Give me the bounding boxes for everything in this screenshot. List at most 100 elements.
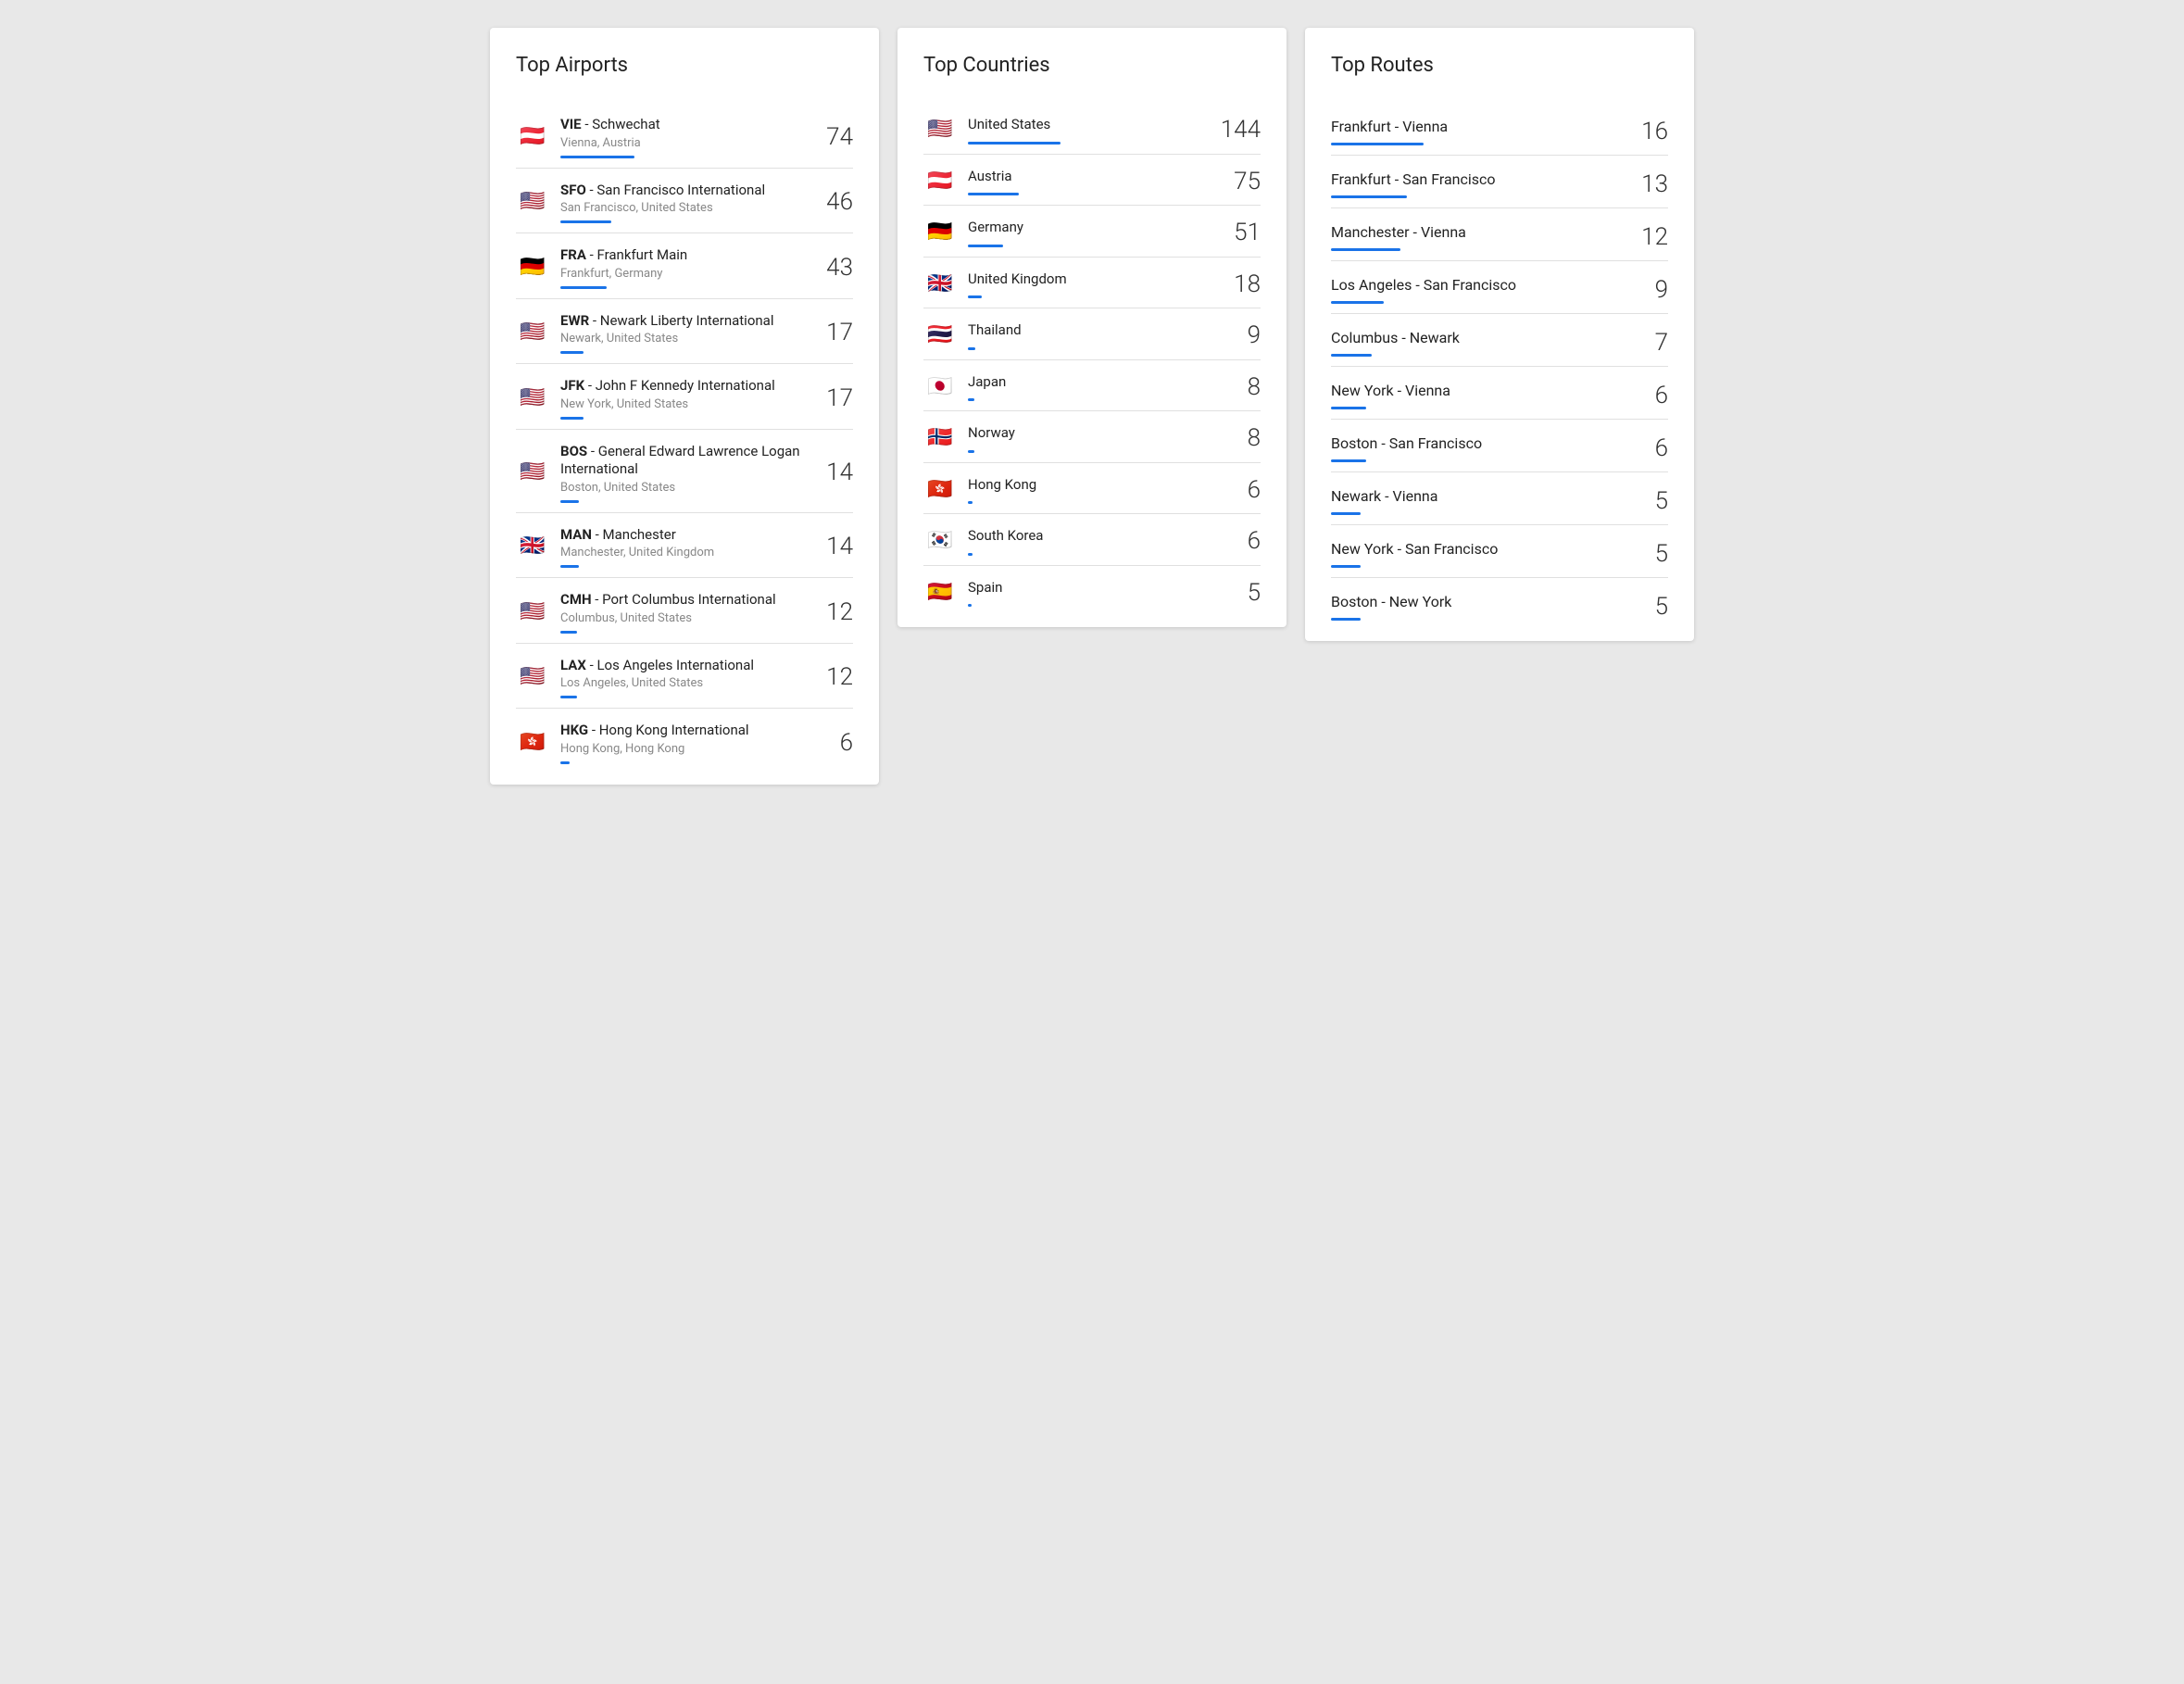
- flag-icon: 🇦🇹: [516, 126, 549, 148]
- airport-count: 12: [816, 663, 853, 691]
- country-bar: [968, 450, 974, 453]
- country-bar: [968, 193, 1019, 195]
- flag-icon: 🇭🇰: [923, 479, 957, 501]
- country-bar: [968, 347, 975, 350]
- route-info: Boston - New York: [1331, 593, 1631, 621]
- country-count: 6: [1224, 527, 1261, 555]
- country-count: 75: [1224, 168, 1261, 195]
- country-info: Hong Kong: [968, 476, 1212, 505]
- route-name: New York - Vienna: [1331, 382, 1631, 399]
- country-count: 144: [1221, 116, 1261, 144]
- airport-info: LAX - Los Angeles International Los Ange…: [560, 657, 805, 699]
- country-info: United Kingdom: [968, 270, 1212, 299]
- airport-bar: [560, 761, 570, 764]
- airport-info: FRA - Frankfurt Main Frankfurt, Germany: [560, 246, 805, 289]
- airport-info: JFK - John F Kennedy International New Y…: [560, 377, 805, 420]
- airport-city: Vienna, Austria: [560, 136, 805, 150]
- country-count: 9: [1224, 321, 1261, 349]
- airport-item: 🇬🇧 MAN - Manchester Manchester, United K…: [516, 513, 853, 579]
- route-info: Los Angeles - San Francisco: [1331, 276, 1631, 304]
- route-name: New York - San Francisco: [1331, 540, 1631, 558]
- airport-count: 17: [816, 319, 853, 346]
- country-item: 🇬🇧 United Kingdom 18: [923, 258, 1261, 309]
- flag-icon: 🇺🇸: [516, 601, 549, 623]
- airports-card: Top Airports 🇦🇹 VIE - Schwechat Vienna, …: [490, 28, 879, 785]
- route-bar: [1331, 618, 1361, 621]
- route-bar: [1331, 354, 1372, 357]
- airport-item: 🇭🇰 HKG - Hong Kong International Hong Ko…: [516, 709, 853, 773]
- country-name: Thailand: [968, 321, 1212, 340]
- airport-item: 🇺🇸 BOS - General Edward Lawrence Logan I…: [516, 430, 853, 513]
- airport-name: VIE - Schwechat: [560, 116, 805, 134]
- country-name: Germany: [968, 219, 1212, 237]
- flag-icon: 🇺🇸: [923, 119, 957, 141]
- airport-bar: [560, 696, 577, 698]
- route-info: Boston - San Francisco: [1331, 434, 1631, 462]
- country-bar: [968, 142, 1061, 145]
- country-bar: [968, 295, 982, 298]
- route-count: 16: [1631, 118, 1668, 145]
- route-name: Boston - New York: [1331, 593, 1631, 610]
- airport-name: BOS - General Edward Lawrence Logan Inte…: [560, 443, 805, 479]
- flag-icon: 🇺🇸: [516, 191, 549, 213]
- countries-title: Top Countries: [923, 54, 1261, 77]
- route-item: Los Angeles - San Francisco 9: [1331, 261, 1668, 314]
- flag-icon: 🇺🇸: [516, 387, 549, 409]
- country-count: 51: [1224, 219, 1261, 246]
- airport-bar: [560, 565, 579, 568]
- country-bar: [968, 501, 973, 504]
- flag-icon: 🇺🇸: [516, 321, 549, 344]
- route-count: 13: [1631, 170, 1668, 198]
- route-info: New York - Vienna: [1331, 382, 1631, 409]
- countries-card: Top Countries 🇺🇸 United States 144 🇦🇹 Au…: [897, 28, 1287, 627]
- route-item: Boston - New York 5: [1331, 578, 1668, 630]
- country-item: 🇯🇵 Japan 8: [923, 360, 1261, 412]
- airport-info: CMH - Port Columbus International Columb…: [560, 591, 805, 634]
- airport-bar: [560, 417, 584, 420]
- airport-info: HKG - Hong Kong International Hong Kong,…: [560, 722, 805, 764]
- airport-count: 43: [816, 254, 853, 282]
- country-info: Japan: [968, 373, 1212, 402]
- route-count: 7: [1631, 329, 1668, 357]
- route-count: 5: [1631, 540, 1668, 568]
- route-bar: [1331, 407, 1366, 409]
- route-name: Boston - San Francisco: [1331, 434, 1631, 452]
- flag-icon: 🇺🇸: [516, 461, 549, 484]
- route-bar: [1331, 301, 1384, 304]
- routes-card: Top Routes Frankfurt - Vienna 16 Frankfu…: [1305, 28, 1694, 641]
- airport-name: MAN - Manchester: [560, 526, 805, 545]
- flag-icon: 🇪🇸: [923, 582, 957, 604]
- route-item: Newark - Vienna 5: [1331, 472, 1668, 525]
- airport-info: SFO - San Francisco International San Fr…: [560, 182, 805, 224]
- airport-info: VIE - Schwechat Vienna, Austria: [560, 116, 805, 158]
- flag-icon: 🇭🇰: [516, 732, 549, 754]
- airport-city: Frankfurt, Germany: [560, 267, 805, 281]
- route-info: Manchester - Vienna: [1331, 223, 1631, 251]
- route-info: Columbus - Newark: [1331, 329, 1631, 357]
- airport-count: 12: [816, 598, 853, 626]
- route-item: New York - San Francisco 5: [1331, 525, 1668, 578]
- flag-icon: 🇬🇧: [516, 535, 549, 558]
- airport-city: Newark, United States: [560, 332, 805, 346]
- country-count: 6: [1224, 476, 1261, 504]
- route-name: Frankfurt - Vienna: [1331, 118, 1631, 135]
- flag-icon: 🇩🇪: [923, 221, 957, 244]
- airport-name: SFO - San Francisco International: [560, 182, 805, 200]
- route-item: Manchester - Vienna 12: [1331, 208, 1668, 261]
- country-info: South Korea: [968, 527, 1212, 556]
- route-name: Newark - Vienna: [1331, 487, 1631, 505]
- airport-item: 🇦🇹 VIE - Schwechat Vienna, Austria 74: [516, 103, 853, 169]
- airport-name: HKG - Hong Kong International: [560, 722, 805, 740]
- routes-list: Frankfurt - Vienna 16 Frankfurt - San Fr…: [1331, 103, 1668, 630]
- route-item: New York - Vienna 6: [1331, 367, 1668, 420]
- airport-info: EWR - Newark Liberty International Newar…: [560, 312, 805, 355]
- flag-icon: 🇩🇪: [516, 257, 549, 279]
- airport-name: FRA - Frankfurt Main: [560, 246, 805, 265]
- airports-list: 🇦🇹 VIE - Schwechat Vienna, Austria 74 🇺🇸…: [516, 103, 853, 773]
- country-count: 8: [1224, 424, 1261, 452]
- country-info: United States: [968, 116, 1210, 145]
- route-count: 6: [1631, 382, 1668, 409]
- country-bar: [968, 604, 972, 607]
- airport-count: 46: [816, 188, 853, 216]
- country-info: Spain: [968, 579, 1212, 608]
